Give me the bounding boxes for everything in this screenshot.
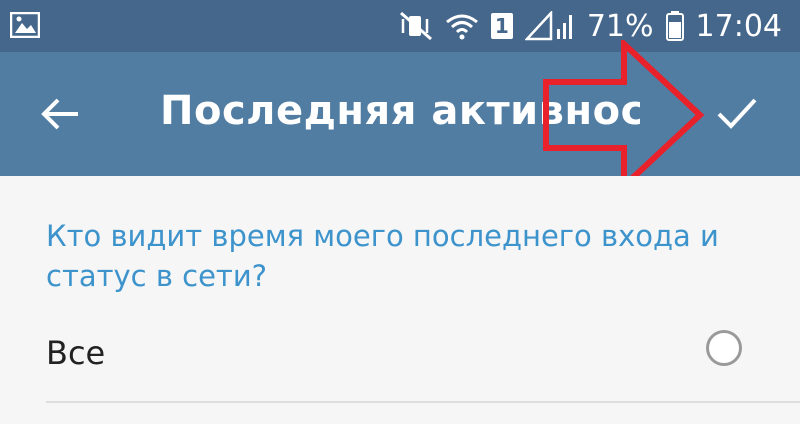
battery-icon [665,11,684,41]
option-label: Все [46,334,106,372]
signal-icon [524,11,575,41]
sim-slot-badge: 1 [490,13,513,39]
battery-percent: 71% [586,8,654,44]
section-question: Кто видит время моего последнего входа и… [46,219,719,293]
divider [46,401,800,403]
mute-vibrate-icon [399,11,433,41]
arrow-left-icon[interactable] [40,96,80,136]
clock: 17:04 [695,8,782,44]
annotation-arrow [540,37,710,194]
option-everyone[interactable]: Все [0,316,800,402]
gallery-icon [9,11,41,42]
radio-button[interactable] [706,330,742,366]
wifi-icon [445,12,479,40]
settings-content: Кто видит время моего последнего входа и… [0,176,800,424]
checkmark-icon[interactable] [716,96,758,136]
